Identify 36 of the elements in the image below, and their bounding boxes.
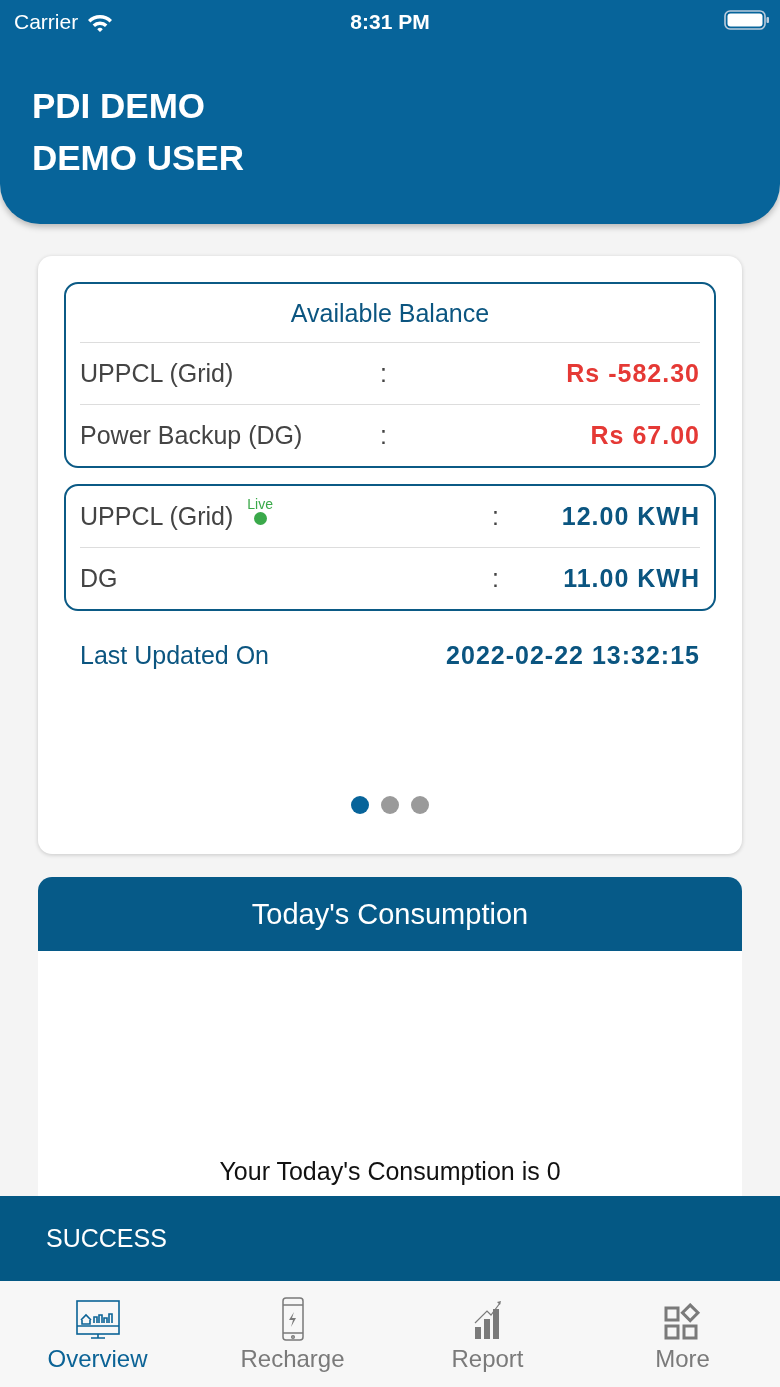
tab-button[interactable]: Report	[390, 1281, 585, 1387]
page-dot[interactable]	[381, 796, 399, 814]
row-value: Rs 67.00	[590, 421, 700, 450]
snackbar-message: SUCCESS	[46, 1224, 167, 1253]
last-updated-time: 2022-02-22 13:32:15	[446, 641, 700, 670]
panel-title: Available Balance	[80, 284, 700, 343]
phone-bolt-icon	[280, 1297, 305, 1341]
separator-colon: :	[492, 502, 499, 530]
row-value: Rs -582.30	[566, 359, 700, 388]
user-name: DEMO USER	[32, 137, 244, 179]
page-dot[interactable]	[411, 796, 429, 814]
bar-chart-icon	[472, 1299, 503, 1341]
grid-icon	[663, 1303, 702, 1341]
consumption-message: Your Today's Consumption is 0	[219, 1157, 561, 1186]
battery-icon	[724, 9, 770, 30]
separator-colon: :	[380, 359, 387, 387]
monitor-chart-icon	[74, 1299, 121, 1341]
row-label: Power Backup (DG)	[80, 421, 303, 450]
separator-colon: :	[492, 564, 499, 592]
row-label: UPPCL (Grid)	[80, 359, 234, 388]
organization-title: PDI DEMO	[32, 85, 206, 127]
row-value: 11.00 KWH	[562, 564, 700, 593]
clock-time: 8:31 PM	[350, 10, 430, 33]
tab-button[interactable]: Overview	[0, 1281, 195, 1387]
row-value: 12.00 KWH	[560, 502, 700, 531]
tab-button[interactable]: More	[585, 1281, 780, 1387]
last-updated-label: Last Updated On	[80, 641, 269, 670]
carrier-name: Carrier	[14, 10, 79, 34]
row-label: UPPCL (Grid)	[80, 502, 234, 531]
separator-colon: :	[380, 421, 387, 449]
section-header: Today's Consumption	[38, 877, 742, 951]
row-label: DG	[80, 564, 118, 593]
live-dot-icon	[253, 512, 267, 525]
tab-button[interactable]: Recharge	[195, 1281, 390, 1387]
live-label: Live	[247, 496, 273, 512]
page-dot[interactable]	[351, 796, 369, 814]
